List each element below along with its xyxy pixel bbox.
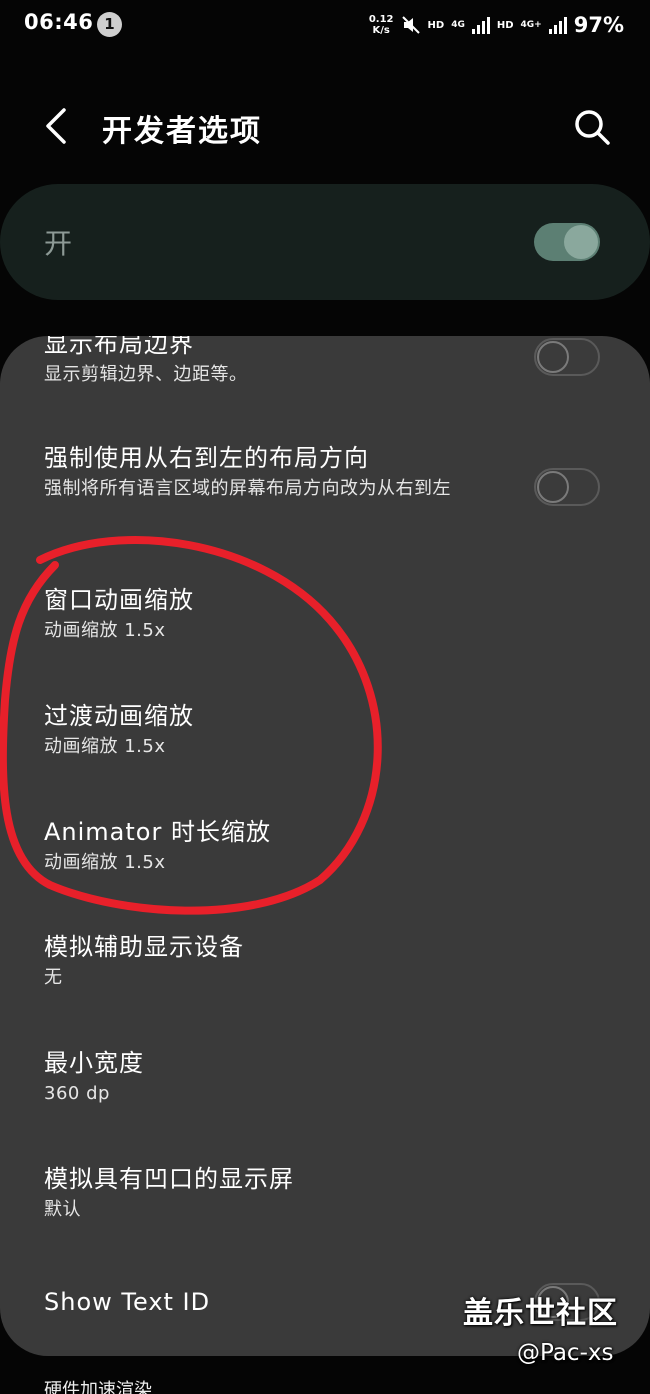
status-bar: 06:46 1 0.12 K/s HD 4G HD 4G+ 97% bbox=[0, 0, 650, 50]
back-arrow-icon[interactable] bbox=[38, 106, 78, 146]
setting-subtitle: 动画缩放 1.5x bbox=[44, 620, 166, 641]
watermark-author: @Pac-xs bbox=[517, 1340, 614, 1366]
setting-title: 过渡动画缩放 bbox=[44, 702, 194, 730]
watermark-community: 盖乐世社区 bbox=[463, 1296, 618, 1331]
setting-title: 强制使用从右到左的布局方向 bbox=[44, 444, 369, 472]
battery-level: 97% bbox=[573, 13, 624, 37]
setting-force-rtl[interactable]: 强制使用从右到左的布局方向 强制将所有语言区域的屏幕布局方向改为从右到左 bbox=[44, 442, 530, 503]
setting-animator-duration-scale[interactable]: Animator 时长缩放 动画缩放 1.5x bbox=[44, 816, 610, 877]
setting-window-animation-scale[interactable]: 窗口动画缩放 动画缩放 1.5x bbox=[44, 584, 610, 645]
setting-subtitle: 显示剪辑边界、边距等。 bbox=[44, 364, 248, 385]
net-speed: 0.12 K/s bbox=[369, 14, 394, 36]
setting-title: 最小宽度 bbox=[44, 1049, 144, 1077]
setting-transition-animation-scale[interactable]: 过渡动画缩放 动画缩放 1.5x bbox=[44, 700, 610, 761]
setting-subtitle: 360 dp bbox=[44, 1083, 110, 1104]
layout-bounds-toggle[interactable] bbox=[534, 338, 600, 376]
settings-list: 显示布局边界 显示剪辑边界、边距等。 强制使用从右到左的布局方向 强制将所有语言… bbox=[0, 336, 650, 1356]
notification-count-badge: 1 bbox=[97, 12, 122, 37]
hd-label-2: HD bbox=[496, 19, 514, 31]
net-speed-value: 0.12 bbox=[368, 14, 394, 25]
setting-title: 显示布局边界 bbox=[44, 336, 194, 358]
setting-subtitle: 动画缩放 1.5x bbox=[44, 736, 166, 757]
signal-icon-2 bbox=[548, 16, 567, 34]
setting-display-cutout[interactable]: 模拟具有凹口的显示屏 默认 bbox=[44, 1163, 610, 1224]
setting-subtitle: 动画缩放 1.5x bbox=[44, 852, 166, 873]
screen: 06:46 1 0.12 K/s HD 4G HD 4G+ 97% 开发者选项 … bbox=[0, 0, 650, 1394]
app-bar: 开发者选项 bbox=[0, 90, 650, 164]
master-switch-card[interactable]: 开 bbox=[0, 184, 650, 300]
toggle-knob bbox=[537, 341, 569, 373]
master-switch-label: 开 bbox=[44, 227, 73, 260]
page-title: 开发者选项 bbox=[102, 114, 262, 149]
setting-smallest-width[interactable]: 最小宽度 360 dp bbox=[44, 1047, 610, 1108]
setting-title: 窗口动画缩放 bbox=[44, 586, 194, 614]
master-toggle[interactable] bbox=[534, 223, 600, 261]
setting-title: Animator 时长缩放 bbox=[44, 818, 271, 846]
setting-hardware-accelerated-rendering[interactable]: 硬件加速渲染 bbox=[44, 1376, 152, 1394]
network-type-1: 4G bbox=[451, 20, 465, 30]
setting-title: 模拟辅助显示设备 bbox=[44, 933, 244, 961]
toggle-knob bbox=[537, 471, 569, 503]
setting-subtitle: 强制将所有语言区域的屏幕布局方向改为从右到左 bbox=[44, 478, 451, 499]
setting-subtitle: 默认 bbox=[44, 1199, 81, 1220]
setting-title: 模拟具有凹口的显示屏 bbox=[44, 1165, 294, 1193]
hd-label-1: HD bbox=[427, 19, 445, 31]
net-speed-unit: K/s bbox=[372, 25, 390, 36]
status-icons: 0.12 K/s HD 4G HD 4G+ 97% bbox=[369, 10, 624, 40]
search-icon[interactable] bbox=[572, 107, 612, 147]
status-time: 06:46 bbox=[24, 10, 94, 34]
setting-simulate-secondary-display[interactable]: 模拟辅助显示设备 无 bbox=[44, 931, 610, 992]
signal-icon-1 bbox=[471, 16, 490, 34]
network-type-2: 4G+ bbox=[520, 20, 542, 30]
setting-subtitle: 无 bbox=[44, 967, 63, 988]
force-rtl-toggle[interactable] bbox=[534, 468, 600, 506]
mute-icon bbox=[401, 16, 420, 34]
toggle-knob bbox=[564, 225, 598, 259]
setting-show-layout-bounds[interactable]: 显示布局边界 显示剪辑边界、边距等。 bbox=[44, 336, 610, 389]
